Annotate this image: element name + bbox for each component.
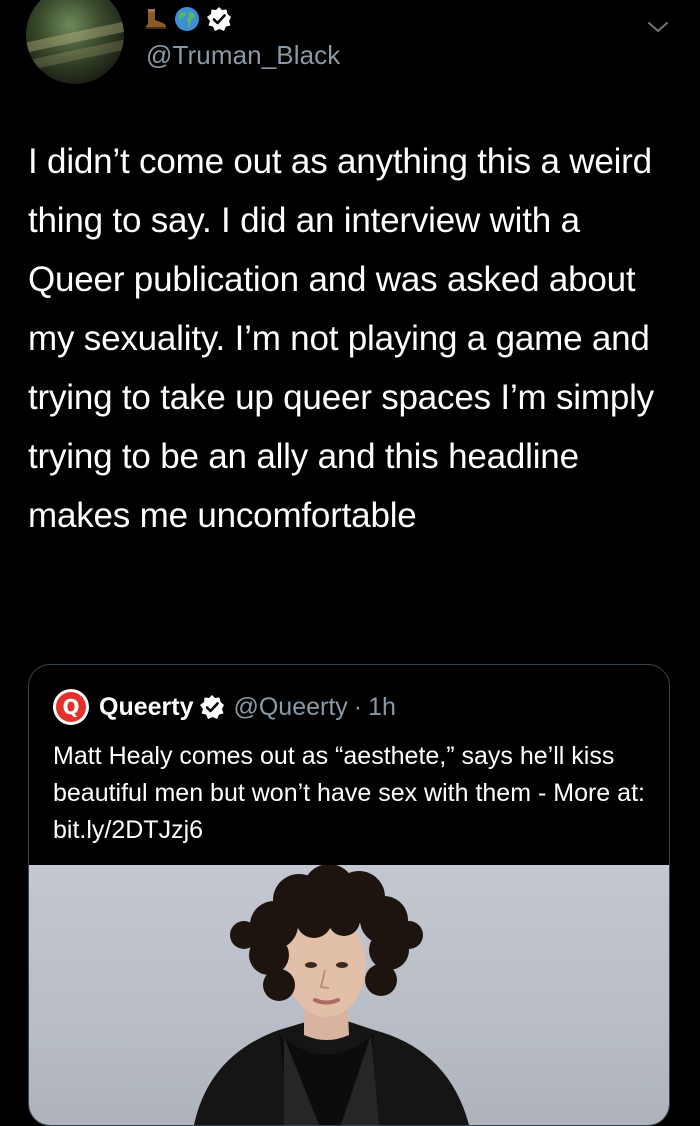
portrait-photo (194, 865, 469, 1125)
quoted-tweet-card[interactable]: Q Queerty @Queerty · 1h Matt Healy comes… (28, 664, 670, 1126)
quoted-tweet-photo[interactable] (29, 865, 669, 1125)
quoted-tweet-text: Matt Healy comes out as “aesthete,” says… (53, 742, 645, 844)
verified-badge-icon (200, 695, 225, 719)
verified-badge-icon (207, 7, 231, 31)
queerty-logo-letter: Q (56, 692, 86, 722)
separator-dot: · (353, 692, 363, 721)
quoted-author-name[interactable]: Queerty (99, 693, 193, 722)
author-name-row[interactable] (142, 4, 232, 34)
author-handle[interactable]: @Truman_Black (146, 40, 340, 71)
globe-icon (175, 7, 199, 31)
queerty-logo-icon: Q (53, 689, 89, 725)
boot-icon (146, 9, 166, 29)
quoted-author-handle[interactable]: @Queerty (233, 693, 347, 722)
tweet-text: I didn’t come out as anything this a wei… (28, 142, 654, 535)
quoted-timestamp[interactable]: 1h (368, 693, 396, 722)
quoted-tweet-header: Q Queerty @Queerty · 1h (53, 689, 396, 725)
author-avatar[interactable] (26, 0, 124, 84)
chevron-down-icon[interactable] (646, 18, 670, 36)
